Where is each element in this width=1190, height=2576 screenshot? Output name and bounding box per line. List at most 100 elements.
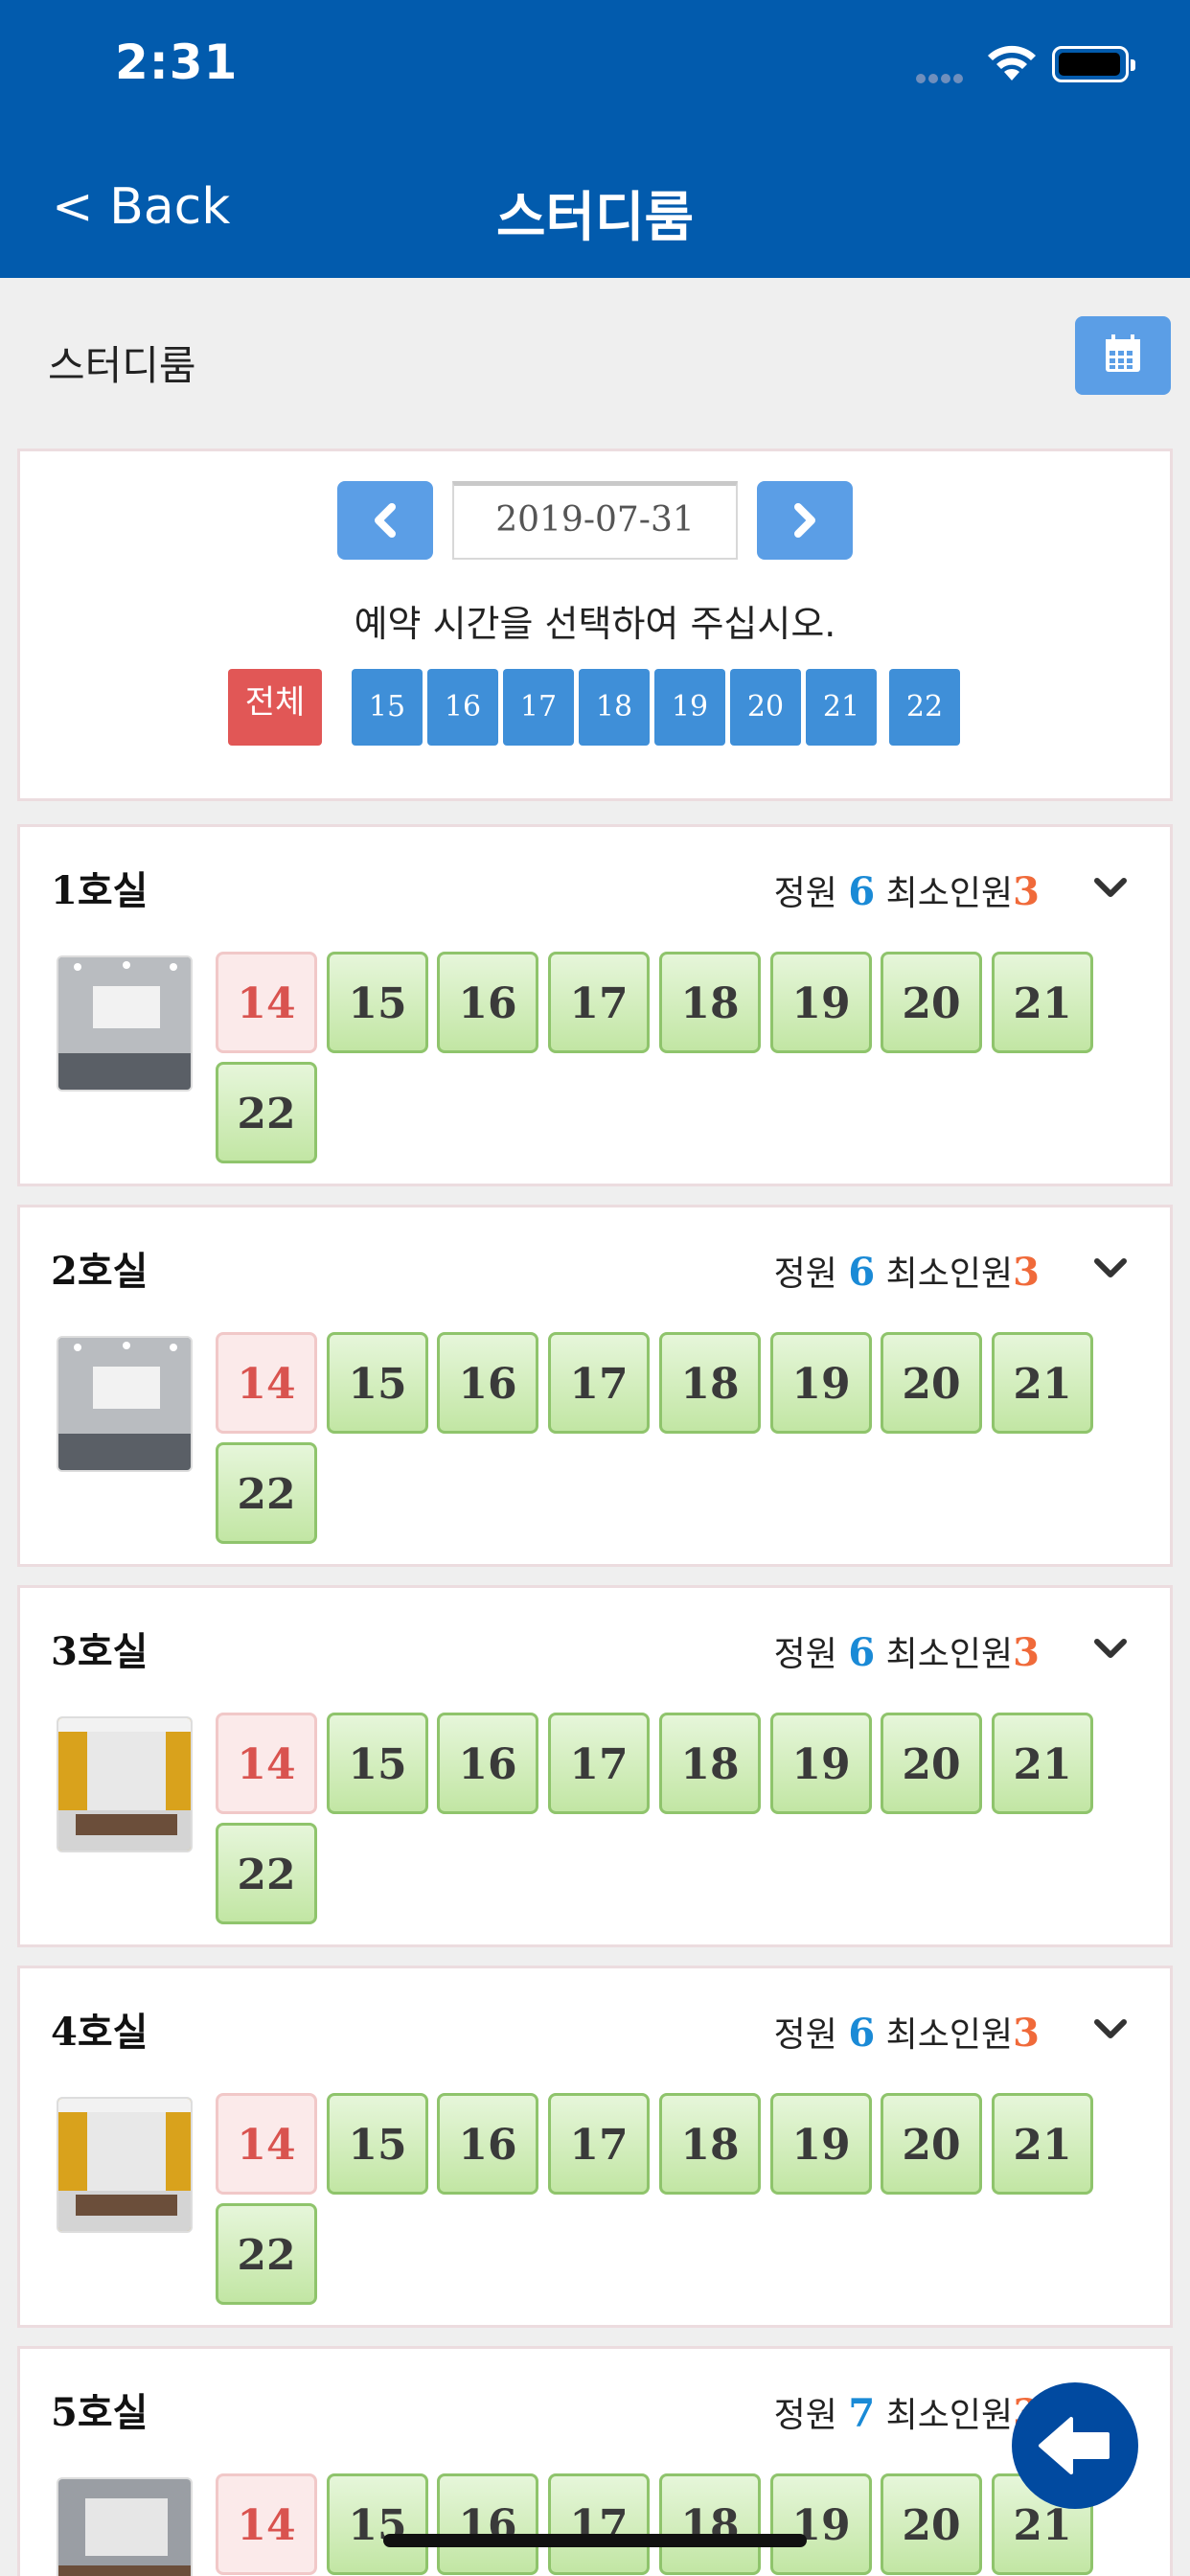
cellular-signal-icon — [916, 69, 970, 83]
time-slot[interactable]: 15 — [327, 1713, 428, 1814]
hour-filter-22[interactable]: 22 — [889, 669, 960, 746]
time-slot[interactable]: 16 — [437, 952, 538, 1053]
top-bar: 2:31 < Back 스터디룸 — [0, 0, 1190, 278]
time-slot[interactable]: 21 — [992, 2093, 1093, 2195]
battery-icon — [1052, 46, 1135, 82]
time-slot[interactable]: 15 — [327, 952, 428, 1053]
time-slot[interactable]: 16 — [437, 2093, 538, 2195]
min-people-value: 3 — [1013, 1630, 1040, 1675]
time-slot[interactable]: 21 — [992, 952, 1093, 1053]
time-slot[interactable]: 18 — [659, 2093, 761, 2195]
room-card: 4호실 정원 6 최소인원3 14 15 16 17 18 19 20 21 2… — [17, 1966, 1173, 2328]
time-slot[interactable]: 19 — [770, 1332, 872, 1434]
calendar-button[interactable] — [1075, 316, 1171, 395]
time-slot[interactable]: 19 — [770, 2093, 872, 2195]
min-people-label: 최소인원 — [885, 2015, 1014, 2055]
room-name: 5호실 — [51, 2390, 149, 2435]
capacity-value: 6 — [848, 1250, 876, 1295]
hour-filter-20[interactable]: 20 — [730, 669, 801, 746]
time-slot[interactable]: 20 — [881, 2473, 982, 2575]
hour-filter-16[interactable]: 16 — [427, 669, 498, 746]
room-info: 정원 6 최소인원3 — [774, 2007, 1040, 2057]
hour-filter-21[interactable]: 21 — [806, 669, 877, 746]
time-slot-booked: 14 — [216, 1332, 317, 1434]
capacity-value: 6 — [848, 1630, 876, 1675]
time-slot[interactable]: 16 — [437, 1332, 538, 1434]
time-slot[interactable]: 16 — [437, 1713, 538, 1814]
prev-date-button[interactable] — [337, 481, 433, 560]
room-card: 3호실 정원 6 최소인원3 14 15 16 17 18 19 20 21 2… — [17, 1585, 1173, 1947]
time-slot-booked: 14 — [216, 2093, 317, 2195]
time-slot[interactable]: 22 — [216, 1442, 317, 1544]
time-slot[interactable]: 18 — [659, 1713, 761, 1814]
time-slot[interactable]: 19 — [770, 2473, 872, 2575]
time-slot[interactable]: 18 — [659, 1332, 761, 1434]
date-input[interactable]: 2019-07-31 — [452, 481, 738, 560]
time-slot[interactable]: 18 — [659, 952, 761, 1053]
time-slot[interactable]: 17 — [548, 1332, 650, 1434]
capacity-label: 정원 — [773, 874, 837, 913]
capacity-value: 6 — [848, 2011, 876, 2056]
time-slot[interactable]: 17 — [548, 2093, 650, 2195]
room-info: 정원 7 최소인원3 — [774, 2387, 1040, 2437]
min-people-value: 3 — [1013, 869, 1040, 914]
min-people-label: 최소인원 — [885, 1635, 1014, 1674]
time-slot[interactable]: 20 — [881, 952, 982, 1053]
time-slot[interactable]: 17 — [548, 952, 650, 1053]
time-slot[interactable]: 17 — [548, 2473, 650, 2575]
page-title: 스터디룸 — [48, 342, 196, 389]
time-slot-booked: 14 — [216, 1713, 317, 1814]
wifi-icon — [988, 45, 1036, 80]
time-slot[interactable]: 21 — [992, 1332, 1093, 1434]
time-slot[interactable]: 21 — [992, 1713, 1093, 1814]
floating-back-button[interactable] — [1012, 2382, 1138, 2509]
capacity-label: 정원 — [773, 1254, 837, 1294]
hour-filter-15[interactable]: 15 — [352, 669, 423, 746]
time-slot[interactable]: 15 — [327, 1332, 428, 1434]
chevron-down-icon[interactable] — [1093, 1255, 1128, 1282]
chevron-down-icon[interactable] — [1093, 2016, 1128, 2043]
room-card: 1호실 정원 6 최소인원3 14 15 16 17 18 19 20 21 2… — [17, 824, 1173, 1186]
time-slot[interactable]: 17 — [548, 1713, 650, 1814]
room-photo — [57, 2097, 193, 2233]
chevron-right-icon — [794, 503, 815, 538]
next-date-button[interactable] — [757, 481, 853, 560]
min-people-label: 최소인원 — [885, 874, 1014, 913]
time-slot[interactable]: 20 — [881, 2093, 982, 2195]
hour-filter-18[interactable]: 18 — [579, 669, 650, 746]
time-select-prompt: 예약 시간을 선택하여 주십시오. — [354, 603, 836, 645]
time-slot[interactable]: 20 — [881, 1713, 982, 1814]
min-people-label: 최소인원 — [885, 2396, 1014, 2435]
all-hours-button[interactable]: 전체 — [228, 669, 322, 746]
min-people-label: 최소인원 — [885, 1254, 1014, 1294]
room-photo — [57, 2477, 193, 2576]
capacity-label: 정원 — [773, 2015, 837, 2055]
room-name: 1호실 — [51, 868, 149, 913]
room-photo — [57, 1716, 193, 1852]
capacity-label: 정원 — [773, 2396, 837, 2435]
hour-filter-17[interactable]: 17 — [503, 669, 574, 746]
time-slot[interactable]: 18 — [659, 2473, 761, 2575]
time-slot[interactable]: 22 — [216, 2203, 317, 2305]
room-card: 2호실 정원 6 최소인원3 14 15 16 17 18 19 20 21 2… — [17, 1205, 1173, 1567]
time-slot[interactable]: 22 — [216, 1062, 317, 1163]
time-slot[interactable]: 19 — [770, 1713, 872, 1814]
arrow-left-icon — [1039, 2417, 1110, 2474]
time-slot[interactable]: 15 — [327, 2473, 428, 2575]
time-slot[interactable]: 16 — [437, 2473, 538, 2575]
room-photo — [57, 1336, 193, 1472]
hour-filter-19[interactable]: 19 — [654, 669, 725, 746]
room-name: 2호실 — [51, 1249, 149, 1294]
room-name: 4호실 — [51, 2010, 149, 2055]
chevron-down-icon[interactable] — [1093, 1636, 1128, 1663]
time-slot-booked: 14 — [216, 952, 317, 1053]
room-info: 정원 6 최소인원3 — [774, 1626, 1040, 1676]
capacity-label: 정원 — [773, 1635, 837, 1674]
time-slot[interactable]: 15 — [327, 2093, 428, 2195]
time-slot[interactable]: 22 — [216, 1823, 317, 1924]
time-slot[interactable]: 19 — [770, 952, 872, 1053]
chevron-down-icon[interactable] — [1093, 875, 1128, 902]
time-slot[interactable]: 20 — [881, 1332, 982, 1434]
calendar-icon — [1106, 334, 1140, 372]
room-info: 정원 6 최소인원3 — [774, 865, 1040, 915]
